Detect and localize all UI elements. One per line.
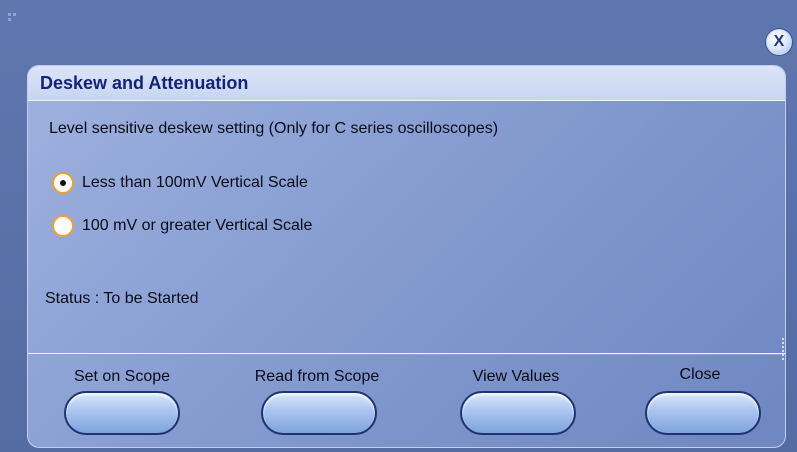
set-on-scope-label: Set on Scope [73,368,171,385]
radio-label: 100 mV or greater Vertical Scale [82,217,313,234]
read-from-scope-label: Read from Scope [254,368,380,385]
divider-shadow [28,354,785,355]
drag-grip-icon[interactable] [8,13,18,25]
dialog-window: X Deskew and Attenuation Level sensitive… [0,0,797,452]
radio-option-100mv-or-greater[interactable]: 100 mV or greater Vertical Scale [52,213,312,239]
deskew-panel: Deskew and Attenuation Level sensitive d… [27,65,786,448]
close-button[interactable] [645,391,761,435]
set-on-scope-button[interactable] [64,391,180,435]
resize-handle-icon[interactable] [782,338,784,360]
close-label: Close [679,366,721,383]
radio-label: Less than 100mV Vertical Scale [82,174,308,191]
radio-selected-icon[interactable] [52,172,74,194]
panel-title: Deskew and Attenuation [40,73,249,93]
view-values-button[interactable] [460,391,576,435]
radio-option-less-than-100mv[interactable]: Less than 100mV Vertical Scale [52,170,308,196]
panel-header: Deskew and Attenuation [28,66,785,101]
view-values-label: View Values [472,368,560,385]
close-window-icon[interactable]: X [765,28,793,56]
deskew-description: Level sensitive deskew setting (Only for… [49,120,499,137]
radio-unselected-icon[interactable] [52,215,74,237]
status-text: Status : To be Started [45,290,199,307]
read-from-scope-button[interactable] [261,391,377,435]
